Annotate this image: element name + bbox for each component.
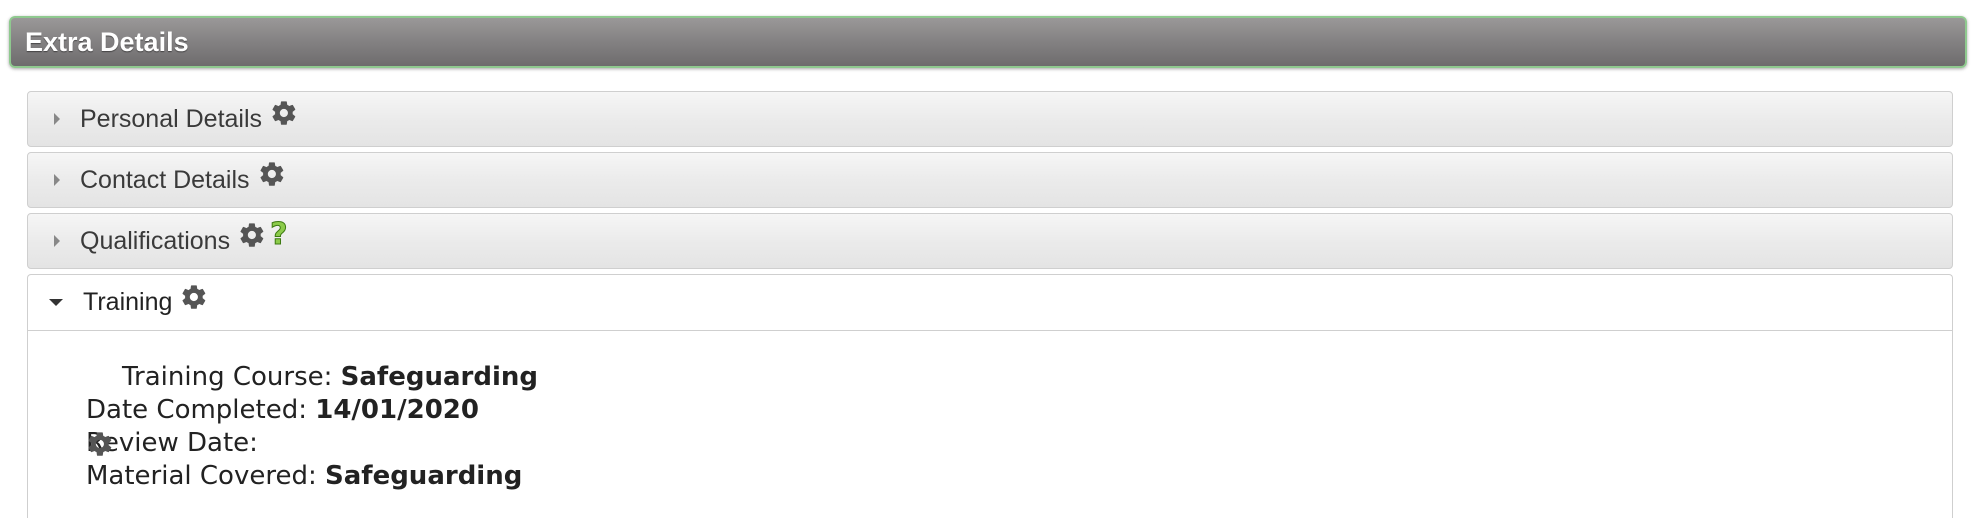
section-contact-details[interactable]: Contact Details bbox=[27, 152, 1953, 208]
section-label: Contact Details bbox=[80, 165, 250, 194]
training-header[interactable]: Training bbox=[28, 275, 1952, 331]
section-personal-details[interactable]: Personal Details bbox=[27, 91, 1953, 147]
gear-icon[interactable] bbox=[238, 221, 266, 249]
section-label: Qualifications bbox=[80, 226, 231, 255]
panel-title: Extra Details bbox=[25, 26, 189, 57]
caret-right-icon bbox=[54, 174, 60, 186]
date-completed-value: 14/01/2020 bbox=[315, 395, 479, 425]
material-covered-label: Material Covered: bbox=[86, 461, 325, 491]
section-training: Training Training Course: Safeguarding D… bbox=[27, 274, 1953, 518]
training-course-value: Safeguarding bbox=[340, 362, 539, 392]
extra-details-header[interactable]: Extra Details bbox=[9, 16, 1967, 68]
gear-icon[interactable] bbox=[180, 283, 208, 311]
material-covered-value: Safeguarding bbox=[324, 461, 523, 491]
gear-icon[interactable] bbox=[270, 99, 298, 127]
section-qualifications[interactable]: Qualifications ? bbox=[27, 213, 1953, 269]
gear-icon[interactable] bbox=[258, 160, 286, 188]
training-course-label: Training Course: bbox=[122, 362, 341, 392]
material-covered-row: Material Covered: Safeguarding bbox=[86, 460, 1952, 493]
section-label: Training bbox=[83, 288, 173, 316]
training-record: Training Course: Safeguarding Date Compl… bbox=[28, 331, 1952, 493]
date-completed-row: Date Completed: 14/01/2020 bbox=[86, 394, 1952, 427]
caret-right-icon bbox=[54, 113, 60, 125]
section-label: Personal Details bbox=[80, 104, 263, 133]
review-date-row: Review Date: bbox=[86, 427, 1952, 460]
gear-icon[interactable] bbox=[86, 364, 114, 456]
caret-down-icon bbox=[49, 299, 63, 306]
question-icon[interactable]: ? bbox=[270, 219, 288, 250]
training-course-row: Training Course: Safeguarding bbox=[86, 361, 1952, 456]
caret-right-icon bbox=[54, 235, 60, 247]
page: Extra Details Personal Details Contact D… bbox=[0, 0, 1980, 518]
